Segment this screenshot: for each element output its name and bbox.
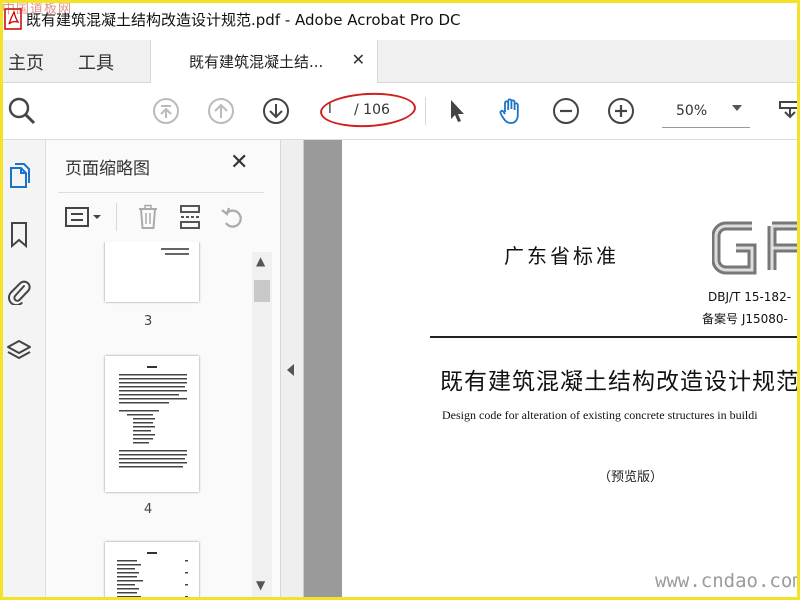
panel-splitter[interactable] (281, 140, 304, 600)
left-navigation-rail (0, 140, 46, 600)
scroll-down-icon[interactable]: ▼ (256, 578, 265, 592)
thumbnail-page-content (161, 248, 189, 255)
list-options-icon (65, 207, 101, 227)
document-viewer[interactable]: 广东省标准 DBJ/T 15-182- 备案号 J15080- 既有建筑混凝土结… (304, 140, 800, 600)
bookmark-icon (11, 222, 27, 249)
nav-tools[interactable]: 工具 (78, 49, 114, 75)
title-divider (430, 336, 800, 338)
collapse-panel-icon[interactable] (287, 364, 294, 376)
paperclip-icon (8, 280, 31, 305)
chevron-down-icon (732, 105, 742, 111)
first-page-icon (153, 98, 179, 124)
thumbnail-page-content (117, 552, 188, 598)
window-title: 既有建筑混凝土结构改造设计规范.pdf - Adobe Acrobat Pro … (26, 11, 461, 29)
thumbnail-label: 4 (144, 502, 153, 517)
first-page-button[interactable] (150, 95, 182, 127)
minus-circle-icon (553, 98, 579, 124)
bookmarks-button[interactable] (4, 220, 34, 250)
rotate-page-button[interactable] (218, 203, 246, 231)
arrow-down-icon (263, 98, 289, 124)
trash-icon (139, 204, 157, 229)
zoom-level-select[interactable]: 50% (662, 97, 750, 128)
gb-standard-logo (712, 221, 800, 275)
scroll-mode-icon (779, 101, 800, 119)
zoom-out-button[interactable] (550, 95, 582, 127)
thumbnail-label: 3 (144, 314, 153, 329)
more-tools-button[interactable] (772, 95, 800, 127)
document-edition: （预览版） (598, 470, 664, 485)
standard-code: DBJ/T 15-182- (708, 290, 792, 304)
page-thumbnails-panel: 页面缩略图 ✕ 3 4 (46, 140, 281, 600)
layers-button[interactable] (4, 336, 34, 366)
next-page-button[interactable] (260, 95, 292, 127)
search-button[interactable] (6, 95, 38, 127)
page-thumbnails-button[interactable] (4, 162, 34, 192)
scrollbar-thumb[interactable] (254, 280, 270, 302)
thumbnail-list: 3 4 (58, 242, 254, 600)
thumbnail-page[interactable] (105, 542, 199, 600)
panel-title: 页面缩略图 (65, 159, 150, 179)
document-heading: 广东省标准 (504, 244, 619, 268)
nav-home[interactable]: 主页 (8, 49, 44, 75)
previous-page-button[interactable] (205, 95, 237, 127)
record-number: 备案号 J15080- (702, 312, 788, 326)
delete-page-button[interactable] (134, 203, 162, 231)
panel-tool-divider (116, 203, 117, 231)
zoom-in-button[interactable] (605, 95, 637, 127)
tab-document[interactable]: 既有建筑混凝土结... ✕ (150, 40, 378, 83)
hand-tool-button[interactable] (495, 95, 527, 127)
zoom-level-value: 50% (676, 103, 708, 119)
pages-icon (10, 163, 30, 188)
scroll-up-icon[interactable]: ▲ (256, 254, 265, 268)
document-page: 广东省标准 DBJ/T 15-182- 备案号 J15080- 既有建筑混凝土结… (342, 140, 800, 600)
tab-close-icon[interactable]: ✕ (352, 50, 365, 69)
title-bar: 中国道板网 既有建筑混凝土结构改造设计规范.pdf - Adobe Acroba… (0, 0, 800, 41)
menu-tab-bar: 主页 工具 既有建筑混凝土结... ✕ (0, 40, 800, 83)
thumbnail-page-content (119, 366, 187, 468)
hand-icon (499, 98, 519, 124)
search-icon (8, 97, 36, 125)
watermark-url: www.cndao.com (655, 570, 800, 592)
thumbnail-options-button[interactable] (64, 203, 104, 231)
thumbnail-page[interactable] (105, 242, 199, 302)
plus-circle-icon (608, 98, 634, 124)
document-subtitle: Design code for alteration of existing c… (442, 408, 758, 422)
page-extract-icon (180, 205, 200, 229)
thumbnail-scrollbar[interactable]: ▲ ▼ (252, 252, 272, 600)
thumbnail-page[interactable] (105, 356, 199, 492)
tab-document-label: 既有建筑混凝土结... (189, 53, 324, 71)
main-toolbar: I / 106 50% (0, 83, 800, 140)
attachments-button[interactable] (4, 276, 34, 306)
select-tool-button[interactable] (440, 95, 472, 127)
cursor-arrow-icon (451, 100, 464, 122)
rotate-icon (221, 207, 242, 228)
toolbar-divider (425, 97, 426, 125)
thumbnail-toolbar (58, 192, 264, 243)
layers-icon (7, 340, 31, 359)
arrow-up-icon (208, 98, 234, 124)
document-title: 既有建筑混凝土结构改造设计规范 (440, 369, 800, 395)
panel-close-icon[interactable]: ✕ (230, 150, 248, 175)
extract-page-button[interactable] (176, 203, 204, 231)
